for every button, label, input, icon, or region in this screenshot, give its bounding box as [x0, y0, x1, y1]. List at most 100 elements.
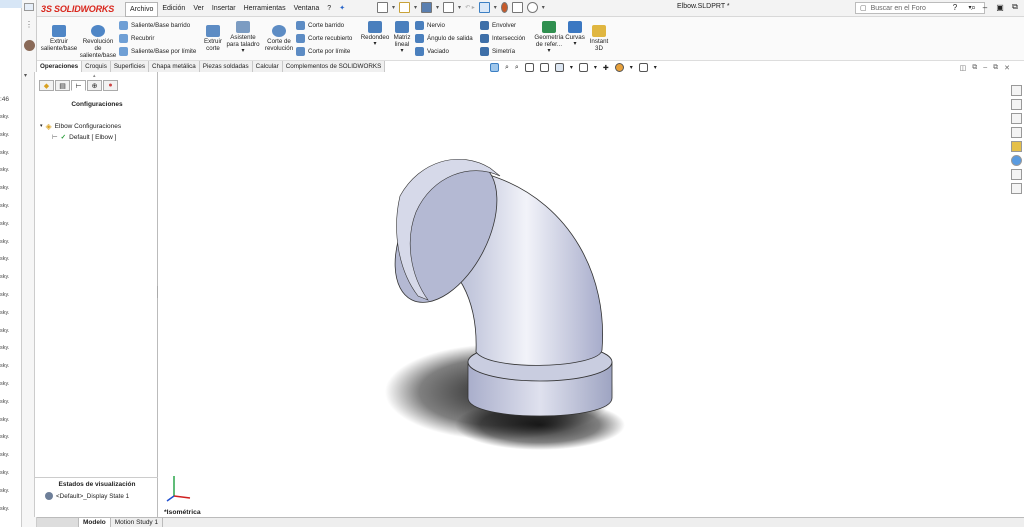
- panel-collapse-handle[interactable]: ▴: [93, 73, 96, 79]
- configuration-manager-tab-icon[interactable]: ⊢: [71, 80, 86, 91]
- tab-motion-study[interactable]: Motion Study 1: [111, 518, 164, 527]
- tree-child-row[interactable]: ⊢ ✓ Default [ Elbow ]: [40, 132, 121, 143]
- elbow-model[interactable]: [158, 72, 1010, 517]
- pin-icon[interactable]: ✦: [335, 2, 349, 17]
- new-document-icon[interactable]: [377, 2, 388, 13]
- menu-ver[interactable]: Ver: [189, 2, 208, 17]
- instant3d-button[interactable]: Instant 3D: [588, 25, 610, 52]
- scene-dropdown-icon[interactable]: ▾: [630, 64, 633, 71]
- reference-geometry-button[interactable]: Geometría de refer... ▾: [533, 21, 565, 55]
- sweep-button[interactable]: Saliente/Base barrido: [119, 21, 190, 30]
- view-palette-icon[interactable]: [1011, 141, 1022, 152]
- display-style-icon[interactable]: [554, 63, 564, 72]
- tab-calcular[interactable]: Calcular: [253, 61, 283, 72]
- fillet-button[interactable]: Redondeo ▾: [360, 21, 390, 48]
- viewport-restore-button[interactable]: ⧉: [993, 64, 998, 72]
- forum-pane-icon[interactable]: [1011, 183, 1022, 194]
- zoom-to-fit-icon[interactable]: ⌕: [505, 64, 509, 72]
- appearances-icon[interactable]: [1011, 155, 1022, 166]
- more-icon[interactable]: ⋮: [25, 20, 33, 29]
- curves-button[interactable]: Curvas ▾: [565, 21, 585, 48]
- property-manager-tab-icon[interactable]: ▤: [55, 80, 70, 91]
- solidworks-logo[interactable]: 3S SOLIDWORKS: [41, 2, 114, 15]
- view-orientation-icon[interactable]: [490, 63, 499, 72]
- tree-root-row[interactable]: ▾ ◈ Elbow Configuraciones: [40, 121, 121, 132]
- cut-sweep-button[interactable]: Corte barrido: [296, 21, 344, 30]
- tab-superficies[interactable]: Superficies: [111, 61, 150, 72]
- loft-button[interactable]: Recubrir: [119, 34, 154, 43]
- rib-button[interactable]: Nervio: [415, 21, 445, 30]
- scene-icon[interactable]: [614, 63, 624, 72]
- tab-croquis[interactable]: Croquis: [82, 61, 111, 72]
- zoom-area-icon[interactable]: ⌕: [515, 64, 519, 72]
- view-settings-dropdown-icon[interactable]: ▾: [654, 64, 657, 71]
- wrap-button[interactable]: Envolver: [480, 21, 516, 30]
- print-icon[interactable]: [443, 2, 455, 13]
- menu-herramientas[interactable]: Herramientas: [240, 2, 290, 17]
- previous-view-icon[interactable]: [524, 63, 534, 72]
- viewport-tile-icon[interactable]: ⧉: [972, 64, 977, 72]
- resources-icon[interactable]: [1011, 99, 1022, 110]
- window-icon[interactable]: [24, 3, 34, 11]
- viewport-close-button[interactable]: ✕: [1004, 64, 1010, 72]
- custom-properties-icon[interactable]: [1011, 169, 1022, 180]
- menu-insertar[interactable]: Insertar: [208, 2, 240, 17]
- cut-boundary-button[interactable]: Corte por límite: [296, 47, 350, 56]
- shell-button[interactable]: Vaciado: [415, 47, 449, 56]
- collapse-icon[interactable]: ▾: [40, 121, 43, 132]
- viewport-split-icon[interactable]: ◫: [960, 64, 967, 72]
- options-dropdown-icon[interactable]: ▾: [542, 4, 545, 11]
- hide-show-icon[interactable]: [578, 63, 588, 72]
- restore-button[interactable]: ▣: [995, 3, 1005, 12]
- draft-button[interactable]: Ángulo de salida: [415, 34, 473, 43]
- tab-complementos[interactable]: Complementos de SOLIDWORKS: [283, 61, 386, 72]
- boundary-button[interactable]: Saliente/Base por límite: [119, 47, 196, 56]
- tab-navigation-arrows[interactable]: [37, 518, 79, 527]
- rebuild-icon[interactable]: [500, 2, 508, 13]
- hole-wizard-dropdown-icon[interactable]: ▾: [225, 48, 261, 55]
- display-manager-tab-icon[interactable]: ●: [103, 80, 118, 91]
- curves-dropdown-icon[interactable]: ▾: [565, 41, 585, 48]
- avatar[interactable]: [24, 40, 35, 51]
- open-dropdown-icon[interactable]: ▾: [414, 4, 417, 11]
- graphics-area[interactable]: [158, 72, 1010, 517]
- hide-show-dropdown-icon[interactable]: ▾: [594, 64, 597, 71]
- revolve-boss-button[interactable]: Revolución de saliente/base: [79, 25, 117, 59]
- home-icon[interactable]: [1011, 85, 1022, 96]
- pattern-dropdown-icon[interactable]: ▾: [391, 48, 413, 55]
- gear-icon[interactable]: [526, 2, 538, 13]
- select-dropdown-icon[interactable]: ▾: [494, 4, 497, 11]
- tab-piezas-soldadas[interactable]: Piezas soldadas: [200, 61, 253, 72]
- file-explorer-icon[interactable]: [1011, 127, 1022, 138]
- cut-loft-button[interactable]: Corte recubierto: [296, 34, 352, 43]
- intersect-button[interactable]: Intersección: [480, 34, 525, 43]
- display-style-dropdown-icon[interactable]: ▾: [570, 64, 573, 71]
- extrude-boss-button[interactable]: Extruir saliente/base: [39, 25, 79, 52]
- dimxpert-tab-icon[interactable]: ⊕: [87, 80, 102, 91]
- menu-archivo[interactable]: Archivo: [125, 2, 159, 17]
- cut-extrude-button[interactable]: Extruir corte: [201, 25, 225, 52]
- viewport-minimize-button[interactable]: –: [983, 64, 987, 72]
- save-dropdown-icon[interactable]: ▾: [436, 4, 439, 11]
- mirror-button[interactable]: Simetría: [480, 47, 515, 56]
- design-library-icon[interactable]: [1011, 113, 1022, 124]
- display-state-row[interactable]: <Default>_Display State 1: [35, 488, 159, 504]
- tile-button[interactable]: ⧉: [1010, 2, 1020, 12]
- fillet-dropdown-icon[interactable]: ▾: [360, 41, 390, 48]
- new-dropdown-icon[interactable]: ▾: [392, 4, 395, 11]
- view-settings-icon[interactable]: [638, 63, 648, 72]
- help-icon[interactable]: ?: [950, 3, 960, 12]
- print-dropdown-icon[interactable]: ▾: [458, 4, 461, 11]
- tab-chapa-metalica[interactable]: Chapa metálica: [149, 61, 200, 72]
- menu-ventana[interactable]: Ventana: [290, 2, 324, 17]
- open-icon[interactable]: [399, 2, 411, 13]
- section-view-icon[interactable]: [539, 63, 549, 72]
- hole-wizard-button[interactable]: Asistente para taladro ▾: [225, 21, 261, 55]
- minimize-button[interactable]: –: [980, 3, 990, 12]
- dropdown-icon[interactable]: ▾: [24, 72, 27, 79]
- tab-operaciones[interactable]: Operaciones: [37, 61, 83, 72]
- tab-modelo[interactable]: Modelo: [79, 518, 111, 527]
- linear-pattern-button[interactable]: Matriz lineal ▾: [391, 21, 413, 55]
- undo-icon[interactable]: ↶ ▸: [465, 4, 475, 11]
- cut-revolve-button[interactable]: Corte de revolución: [263, 25, 295, 52]
